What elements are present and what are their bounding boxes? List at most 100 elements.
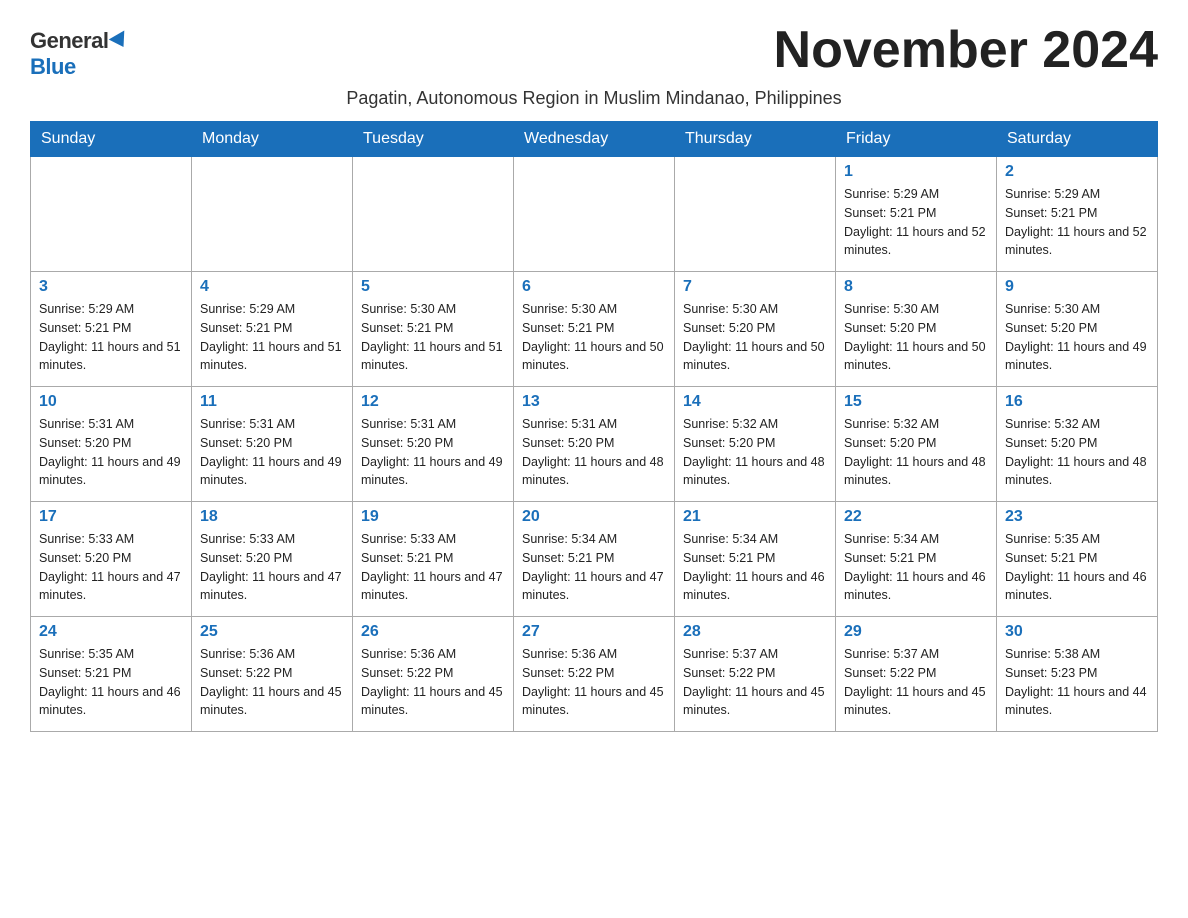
day-detail: Sunrise: 5:30 AMSunset: 5:21 PMDaylight:…	[361, 300, 505, 375]
calendar-cell	[192, 157, 353, 272]
day-detail: Sunrise: 5:32 AMSunset: 5:20 PMDaylight:…	[683, 415, 827, 490]
day-detail: Sunrise: 5:34 AMSunset: 5:21 PMDaylight:…	[522, 530, 666, 605]
day-detail: Sunrise: 5:35 AMSunset: 5:21 PMDaylight:…	[39, 645, 183, 720]
day-number: 29	[844, 623, 988, 641]
day-detail: Sunrise: 5:31 AMSunset: 5:20 PMDaylight:…	[200, 415, 344, 490]
day-detail: Sunrise: 5:32 AMSunset: 5:20 PMDaylight:…	[1005, 415, 1149, 490]
day-number: 22	[844, 508, 988, 526]
day-number: 2	[1005, 163, 1149, 181]
day-number: 12	[361, 393, 505, 411]
calendar-cell: 1 Sunrise: 5:29 AMSunset: 5:21 PMDaylight…	[836, 157, 997, 272]
day-detail: Sunrise: 5:31 AMSunset: 5:20 PMDaylight:…	[361, 415, 505, 490]
day-number: 3	[39, 278, 183, 296]
day-number: 9	[1005, 278, 1149, 296]
day-number: 14	[683, 393, 827, 411]
day-detail: Sunrise: 5:34 AMSunset: 5:21 PMDaylight:…	[683, 530, 827, 605]
day-detail: Sunrise: 5:30 AMSunset: 5:20 PMDaylight:…	[1005, 300, 1149, 375]
week-row-3: 17 Sunrise: 5:33 AMSunset: 5:20 PMDayligh…	[31, 502, 1158, 617]
day-detail: Sunrise: 5:33 AMSunset: 5:20 PMDaylight:…	[39, 530, 183, 605]
weekday-header-saturday: Saturday	[997, 122, 1158, 157]
day-detail: Sunrise: 5:36 AMSunset: 5:22 PMDaylight:…	[522, 645, 666, 720]
day-number: 28	[683, 623, 827, 641]
day-detail: Sunrise: 5:31 AMSunset: 5:20 PMDaylight:…	[39, 415, 183, 490]
day-number: 7	[683, 278, 827, 296]
calendar-cell: 6 Sunrise: 5:30 AMSunset: 5:21 PMDaylight…	[514, 272, 675, 387]
weekday-header-wednesday: Wednesday	[514, 122, 675, 157]
day-number: 27	[522, 623, 666, 641]
logo-blue-text: Blue	[30, 54, 76, 80]
calendar-cell: 19 Sunrise: 5:33 AMSunset: 5:21 PMDayligh…	[353, 502, 514, 617]
weekday-header-monday: Monday	[192, 122, 353, 157]
calendar-cell: 11Sunrise: 5:31 AMSunset: 5:20 PMDayligh…	[192, 387, 353, 502]
day-number: 16	[1005, 393, 1149, 411]
calendar-cell: 17 Sunrise: 5:33 AMSunset: 5:20 PMDayligh…	[31, 502, 192, 617]
day-detail: Sunrise: 5:30 AMSunset: 5:21 PMDaylight:…	[522, 300, 666, 375]
day-detail: Sunrise: 5:29 AMSunset: 5:21 PMDaylight:…	[844, 185, 988, 260]
logo-triangle-icon	[109, 30, 132, 51]
calendar-cell: 29Sunrise: 5:37 AMSunset: 5:22 PMDayligh…	[836, 617, 997, 732]
calendar-cell: 5 Sunrise: 5:30 AMSunset: 5:21 PMDaylight…	[353, 272, 514, 387]
day-number: 24	[39, 623, 183, 641]
calendar-cell: 15 Sunrise: 5:32 AMSunset: 5:20 PMDayligh…	[836, 387, 997, 502]
day-number: 19	[361, 508, 505, 526]
day-number: 1	[844, 163, 988, 181]
weekday-header-row: SundayMondayTuesdayWednesdayThursdayFrid…	[31, 122, 1158, 157]
subtitle: Pagatin, Autonomous Region in Muslim Min…	[30, 88, 1158, 109]
calendar-cell: 7Sunrise: 5:30 AMSunset: 5:20 PMDaylight…	[675, 272, 836, 387]
day-detail: Sunrise: 5:29 AMSunset: 5:21 PMDaylight:…	[39, 300, 183, 375]
day-number: 4	[200, 278, 344, 296]
weekday-header-thursday: Thursday	[675, 122, 836, 157]
logo: General Blue	[30, 20, 129, 80]
day-detail: Sunrise: 5:35 AMSunset: 5:21 PMDaylight:…	[1005, 530, 1149, 605]
day-number: 5	[361, 278, 505, 296]
day-detail: Sunrise: 5:29 AMSunset: 5:21 PMDaylight:…	[1005, 185, 1149, 260]
month-title: November 2024	[774, 20, 1158, 80]
week-row-4: 24 Sunrise: 5:35 AMSunset: 5:21 PMDayligh…	[31, 617, 1158, 732]
calendar-cell: 3 Sunrise: 5:29 AMSunset: 5:21 PMDaylight…	[31, 272, 192, 387]
calendar-cell: 30Sunrise: 5:38 AMSunset: 5:23 PMDayligh…	[997, 617, 1158, 732]
calendar-cell: 27 Sunrise: 5:36 AMSunset: 5:22 PMDayligh…	[514, 617, 675, 732]
calendar-cell	[353, 157, 514, 272]
calendar-cell: 12 Sunrise: 5:31 AMSunset: 5:20 PMDayligh…	[353, 387, 514, 502]
calendar-cell: 24 Sunrise: 5:35 AMSunset: 5:21 PMDayligh…	[31, 617, 192, 732]
day-number: 13	[522, 393, 666, 411]
day-detail: Sunrise: 5:36 AMSunset: 5:22 PMDaylight:…	[200, 645, 344, 720]
day-detail: Sunrise: 5:37 AMSunset: 5:22 PMDaylight:…	[683, 645, 827, 720]
day-number: 15	[844, 393, 988, 411]
day-number: 8	[844, 278, 988, 296]
day-detail: Sunrise: 5:32 AMSunset: 5:20 PMDaylight:…	[844, 415, 988, 490]
calendar-cell: 13 Sunrise: 5:31 AMSunset: 5:20 PMDayligh…	[514, 387, 675, 502]
day-detail: Sunrise: 5:29 AMSunset: 5:21 PMDaylight:…	[200, 300, 344, 375]
calendar-cell: 21 Sunrise: 5:34 AMSunset: 5:21 PMDayligh…	[675, 502, 836, 617]
calendar-cell: 14 Sunrise: 5:32 AMSunset: 5:20 PMDayligh…	[675, 387, 836, 502]
weekday-header-sunday: Sunday	[31, 122, 192, 157]
day-detail: Sunrise: 5:33 AMSunset: 5:20 PMDaylight:…	[200, 530, 344, 605]
calendar-cell: 22 Sunrise: 5:34 AMSunset: 5:21 PMDayligh…	[836, 502, 997, 617]
day-number: 25	[200, 623, 344, 641]
calendar-cell: 25 Sunrise: 5:36 AMSunset: 5:22 PMDayligh…	[192, 617, 353, 732]
calendar-cell: 28 Sunrise: 5:37 AMSunset: 5:22 PMDayligh…	[675, 617, 836, 732]
page-header: General Blue November 2024	[30, 20, 1158, 80]
calendar-cell: 8 Sunrise: 5:30 AMSunset: 5:20 PMDaylight…	[836, 272, 997, 387]
week-row-1: 3 Sunrise: 5:29 AMSunset: 5:21 PMDaylight…	[31, 272, 1158, 387]
calendar-cell: 2 Sunrise: 5:29 AMSunset: 5:21 PMDaylight…	[997, 157, 1158, 272]
calendar-table: SundayMondayTuesdayWednesdayThursdayFrid…	[30, 121, 1158, 732]
day-detail: Sunrise: 5:38 AMSunset: 5:23 PMDaylight:…	[1005, 645, 1149, 720]
day-number: 17	[39, 508, 183, 526]
calendar-cell: 9 Sunrise: 5:30 AMSunset: 5:20 PMDaylight…	[997, 272, 1158, 387]
calendar-cell: 23Sunrise: 5:35 AMSunset: 5:21 PMDayligh…	[997, 502, 1158, 617]
day-detail: Sunrise: 5:33 AMSunset: 5:21 PMDaylight:…	[361, 530, 505, 605]
day-detail: Sunrise: 5:34 AMSunset: 5:21 PMDaylight:…	[844, 530, 988, 605]
logo-general-text: General	[30, 28, 108, 54]
day-detail: Sunrise: 5:30 AMSunset: 5:20 PMDaylight:…	[844, 300, 988, 375]
week-row-2: 10 Sunrise: 5:31 AMSunset: 5:20 PMDayligh…	[31, 387, 1158, 502]
day-number: 20	[522, 508, 666, 526]
calendar-cell: 20 Sunrise: 5:34 AMSunset: 5:21 PMDayligh…	[514, 502, 675, 617]
calendar-cell: 10 Sunrise: 5:31 AMSunset: 5:20 PMDayligh…	[31, 387, 192, 502]
day-detail: Sunrise: 5:31 AMSunset: 5:20 PMDaylight:…	[522, 415, 666, 490]
day-number: 26	[361, 623, 505, 641]
day-number: 6	[522, 278, 666, 296]
day-number: 10	[39, 393, 183, 411]
day-number: 21	[683, 508, 827, 526]
calendar-cell: 4 Sunrise: 5:29 AMSunset: 5:21 PMDaylight…	[192, 272, 353, 387]
